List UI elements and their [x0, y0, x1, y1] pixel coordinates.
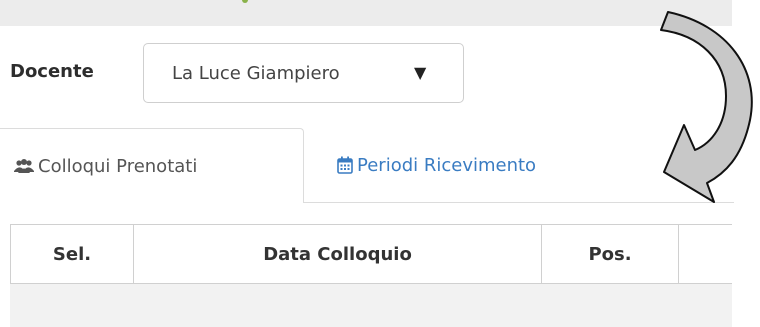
curved-arrow-annotation: [660, 11, 753, 203]
